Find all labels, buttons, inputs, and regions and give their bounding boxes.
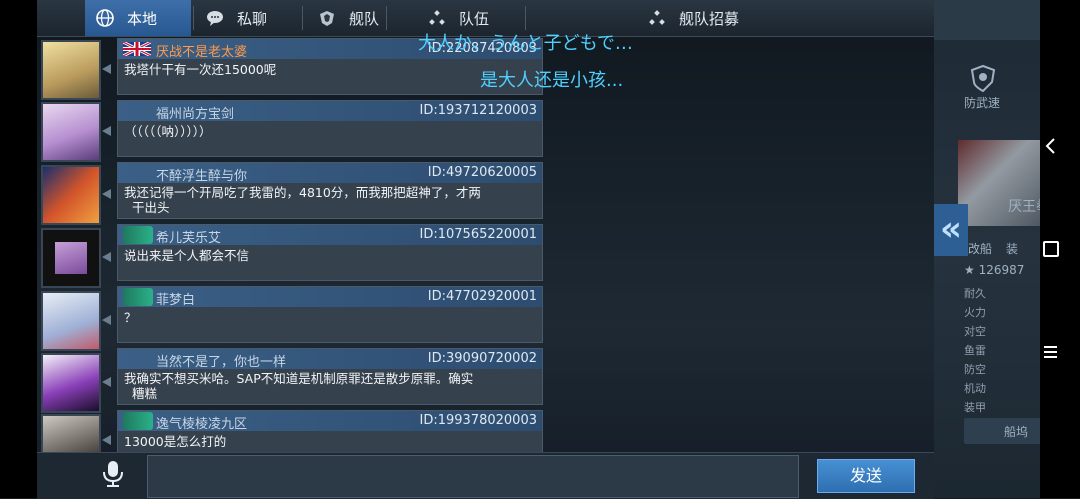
- menu-icon[interactable]: [1044, 346, 1057, 348]
- sender-id: ID:47702920001: [427, 289, 537, 304]
- recruit-dots-icon: [649, 10, 665, 25]
- message-text: 我确实不想买米哈。SAP不知道是机制原罪还是散步原罪。确实 糟糕: [124, 371, 474, 401]
- side-star-value: ★ 126987: [964, 263, 1025, 277]
- stat-label: 装甲: [964, 401, 986, 414]
- rank-badge-icon: [123, 226, 153, 244]
- stat-label: 鱼雷: [964, 344, 986, 357]
- side-panel-top-label: 防武速: [964, 96, 1001, 110]
- rank-badge-icon: [123, 412, 153, 430]
- avatar[interactable]: [41, 228, 101, 288]
- tab-team-label: 队伍: [459, 9, 490, 28]
- uk-flag-icon: [123, 42, 151, 56]
- side-small-label-1: 改船: [968, 242, 993, 256]
- avatar[interactable]: [41, 40, 101, 100]
- collapse-chat-button[interactable]: «: [934, 204, 968, 256]
- sender-name[interactable]: 当然不是了，你也一样: [156, 351, 286, 370]
- avatar[interactable]: [41, 414, 101, 454]
- stat-label: 火力: [964, 306, 986, 319]
- tab-local[interactable]: 本地: [85, 0, 191, 36]
- tab-fleet-recruit[interactable]: 舰队招募: [647, 0, 787, 36]
- tab-fleet-label: 舰队: [349, 9, 380, 28]
- subtitle-japanese: 大人か、うんと子どもで…: [418, 33, 633, 54]
- chat-message: 希儿芙乐艾 ID:107565220001 说出来是个人都会不信: [117, 224, 543, 281]
- side-small-label-2: 装: [1006, 242, 1019, 256]
- tab-private-label: 私聊: [237, 9, 268, 28]
- message-text: （（（（（呐）））））: [124, 124, 212, 139]
- tab-local-label: 本地: [127, 9, 158, 28]
- microphone-icon[interactable]: [101, 459, 125, 489]
- back-icon[interactable]: [1044, 137, 1058, 155]
- stat-label: 耐久: [964, 287, 986, 300]
- message-text: 说出来是个人都会不信: [124, 248, 250, 263]
- chat-message: 逸气棱棱凌九区 ID:199378020003 13000是怎么打的: [117, 410, 543, 453]
- sender-name[interactable]: 福州尚方宝剑: [156, 103, 234, 122]
- avatar[interactable]: [41, 102, 101, 162]
- fleet-emblem-icon: [320, 11, 334, 26]
- sender-name[interactable]: 希儿芙乐艾: [156, 227, 221, 246]
- sender-name[interactable]: 菲梦白: [156, 289, 195, 308]
- team-dots-icon: [429, 10, 445, 25]
- sender-id: ID:199378020003: [419, 413, 537, 428]
- rank-badge-icon: [123, 288, 153, 306]
- chat-bubble-icon: [207, 11, 223, 26]
- avatar[interactable]: [41, 291, 101, 351]
- message-text: 我还记得一个开局吃了我雷的，4810分，而我那把超神了，才两 干出头: [124, 185, 481, 215]
- sender-id: ID:49720620005: [427, 165, 537, 180]
- sender-name[interactable]: 逸气棱棱凌九区: [156, 413, 247, 432]
- chat-message: 福州尚方宝剑 ID:193712120003 （（（（（呐）））））: [117, 100, 543, 157]
- sender-name[interactable]: 不醉浮生醉与你: [156, 165, 247, 184]
- message-text: 我塔什干有一次还15000呢: [124, 62, 277, 77]
- tab-fleet-recruit-label: 舰队招募: [679, 9, 740, 28]
- stat-label: 机动: [964, 382, 986, 395]
- dock-button-label: 船坞: [1004, 425, 1029, 439]
- tab-private[interactable]: 私聊: [205, 0, 315, 36]
- send-button[interactable]: 发送: [817, 459, 915, 493]
- chat-input[interactable]: [147, 455, 799, 498]
- stat-label: 对空: [964, 325, 986, 338]
- avatar[interactable]: [41, 165, 101, 225]
- avatar[interactable]: [41, 353, 101, 413]
- sender-id: ID:107565220001: [419, 227, 537, 242]
- shield-icon: [970, 64, 996, 92]
- subtitle-chinese: 是大人还是小孩...: [480, 70, 624, 91]
- sender-name[interactable]: 厌战不是老太婆: [156, 41, 247, 60]
- stat-label: 防空: [964, 363, 986, 376]
- chat-message: 当然不是了，你也一样 ID:39090720002 我确实不想买米哈。SAP不知…: [117, 348, 543, 405]
- left-pillarbox: [0, 0, 37, 498]
- message-text: 13000是怎么打的: [124, 434, 227, 449]
- home-icon[interactable]: [1043, 241, 1059, 257]
- sender-id: ID:39090720002: [427, 351, 537, 366]
- chat-message: 菲梦白 ID:47702920001 ？: [117, 286, 543, 343]
- message-text: ？: [124, 310, 137, 325]
- tab-fleet[interactable]: 舰队: [317, 0, 427, 36]
- chat-message: 不醉浮生醉与你 ID:49720620005 我还记得一个开局吃了我雷的，481…: [117, 162, 543, 219]
- sender-id: ID:193712120003: [419, 103, 537, 118]
- globe-icon: [96, 9, 114, 27]
